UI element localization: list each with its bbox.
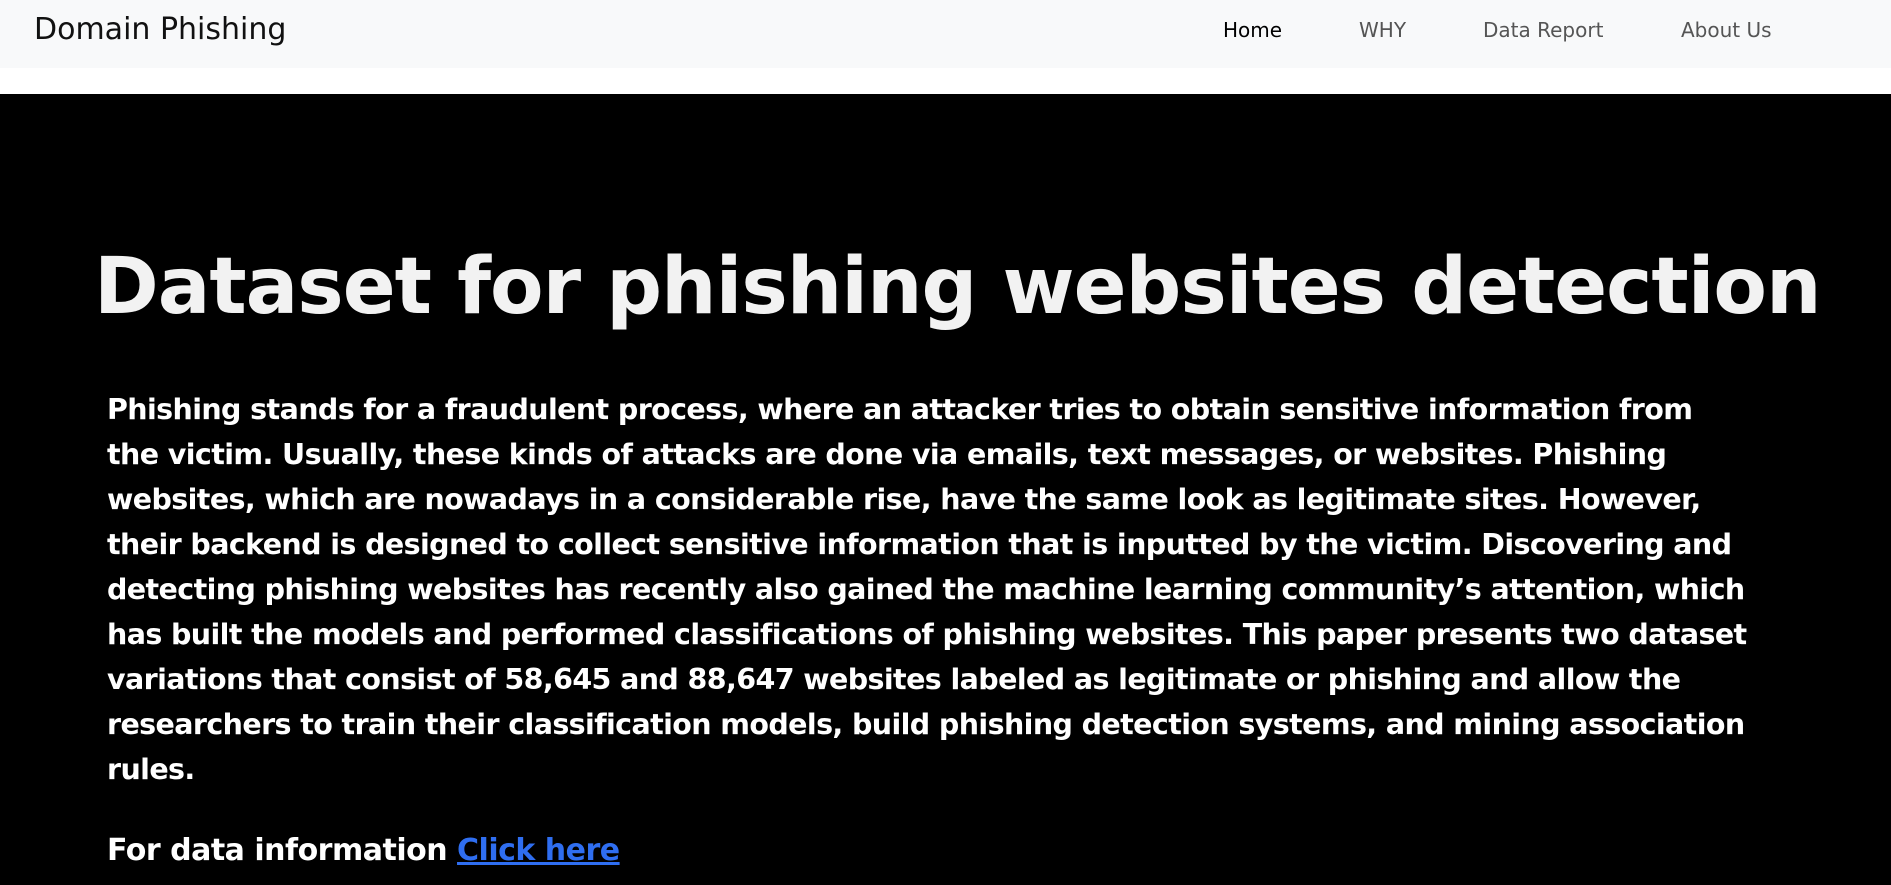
nav-link-why[interactable]: WHY: [1359, 18, 1406, 42]
intro-paragraph: Phishing stands for a fraudulent process…: [107, 393, 1747, 786]
nav-link-data-report[interactable]: Data Report: [1483, 18, 1603, 42]
nav-link-about-us[interactable]: About Us: [1681, 18, 1772, 42]
nav-link-home[interactable]: Home: [1223, 18, 1282, 42]
brand-logo-link[interactable]: Domain Phishing: [34, 12, 286, 47]
hero-section: Dataset for phishing websites detection …: [0, 94, 1891, 885]
data-info-link[interactable]: Click here: [457, 833, 620, 868]
navbar: Domain Phishing Home WHY Data Report Abo…: [0, 0, 1891, 68]
header-spacer: [0, 68, 1891, 94]
data-info-label: For data information: [107, 833, 458, 868]
data-info-line: For data information Click here: [107, 833, 620, 868]
page-title: Dataset for phishing websites detection: [94, 242, 1822, 332]
